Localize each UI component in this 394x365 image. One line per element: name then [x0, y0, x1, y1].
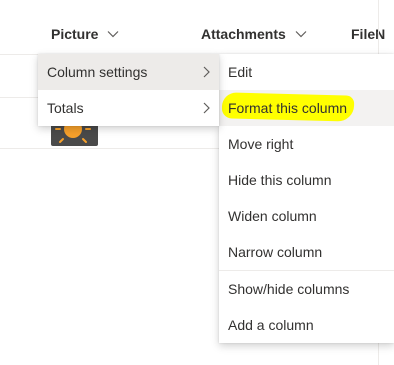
submenu-item-format-this-column[interactable]: Format this column: [219, 90, 394, 126]
submenu-item-edit[interactable]: Edit: [219, 54, 394, 90]
submenu-item-label: Format this column: [228, 100, 348, 116]
column-header-label: Picture: [51, 26, 99, 42]
column-header-picture[interactable]: Picture: [51, 24, 120, 44]
submenu-item-label: Move right: [228, 136, 294, 152]
submenu-item-widen-column[interactable]: Widen column: [219, 198, 394, 234]
column-header-filename[interactable]: FileN: [351, 24, 385, 44]
column-header-attachments[interactable]: Attachments: [201, 24, 308, 44]
menu-item-totals[interactable]: Totals: [38, 90, 219, 126]
submenu-item-narrow-column[interactable]: Narrow column: [219, 234, 394, 270]
menu-item-label: Column settings: [47, 64, 148, 80]
chevron-right-icon: [201, 65, 211, 79]
list-header-row: Picture Attachments FileN: [0, 0, 394, 55]
menu-item-label: Totals: [47, 100, 84, 116]
submenu-item-label: Hide this column: [228, 172, 332, 188]
column-header-label: FileN: [351, 26, 386, 42]
column-header-label: Attachments: [201, 26, 286, 42]
submenu-item-label: Show/hide columns: [228, 281, 350, 297]
menu-item-column-settings[interactable]: Column settings: [38, 54, 219, 90]
submenu-item-show-hide-columns[interactable]: Show/hide columns: [219, 271, 394, 307]
submenu-item-hide-this-column[interactable]: Hide this column: [219, 162, 394, 198]
chevron-down-icon: [106, 27, 120, 41]
submenu-item-label: Narrow column: [228, 244, 323, 260]
column-settings-submenu: Edit Format this column Move right Hide …: [219, 54, 394, 343]
submenu-item-label: Edit: [228, 64, 253, 80]
submenu-item-move-right[interactable]: Move right: [219, 126, 394, 162]
submenu-item-add-a-column[interactable]: Add a column: [219, 307, 394, 343]
column-context-menu: Column settings Totals: [38, 54, 219, 126]
chevron-down-icon: [294, 27, 308, 41]
chevron-right-icon: [201, 101, 211, 115]
submenu-item-label: Add a column: [228, 317, 314, 333]
submenu-item-label: Widen column: [228, 208, 317, 224]
